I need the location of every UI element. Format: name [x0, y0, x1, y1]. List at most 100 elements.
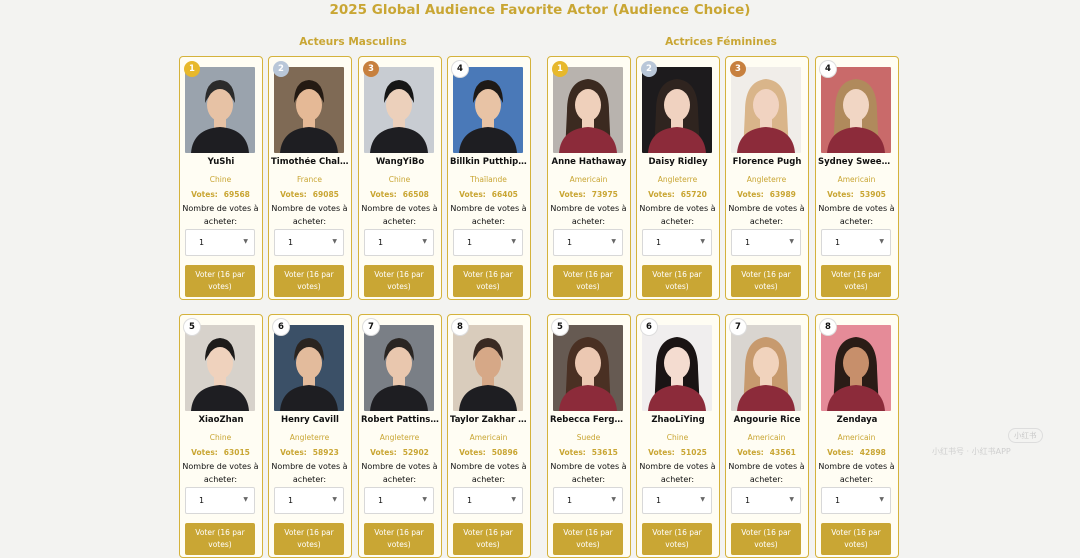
- quantity-select[interactable]: 1 ▼: [821, 229, 891, 256]
- quantity-value: 1: [745, 238, 751, 247]
- vote-count: Votes: 42898: [816, 448, 897, 457]
- actor-country: Angleterre: [657, 175, 698, 184]
- actor-photo: [821, 325, 891, 411]
- vote-button[interactable]: Voter (16 par votes): [364, 523, 434, 555]
- quantity-select[interactable]: 1 ▼: [185, 229, 255, 256]
- actor-country: Angleterre: [379, 433, 420, 442]
- quantity-select[interactable]: 1 ▼: [642, 229, 712, 256]
- rank-badge: 6: [641, 319, 657, 335]
- rank-badge: 5: [552, 319, 568, 335]
- actor-name: YuShi: [207, 157, 235, 167]
- actor-card: 7 Robert Pattinson Angleterre Votes: 5290…: [358, 314, 442, 558]
- vote-button[interactable]: Voter (16 par votes): [185, 523, 255, 555]
- vote-button[interactable]: Voter (16 par votes): [642, 523, 712, 555]
- chevron-down-icon: ▼: [611, 496, 616, 503]
- quantity-select[interactable]: 1 ▼: [553, 229, 623, 256]
- votes-label: Votes:: [370, 448, 397, 457]
- votes-label: Votes:: [459, 448, 486, 457]
- vote-button[interactable]: Voter (16 par votes): [364, 265, 434, 297]
- actor-name: Henry Cavill: [281, 415, 339, 425]
- vote-button[interactable]: Voter (16 par votes): [642, 265, 712, 297]
- actor-photo: [274, 67, 344, 153]
- actor-photo: [642, 325, 712, 411]
- vote-button[interactable]: Voter (16 par votes): [185, 265, 255, 297]
- rank-badge: 6: [273, 319, 289, 335]
- actor-country: Chine: [666, 433, 689, 442]
- vote-button[interactable]: Voter (16 par votes): [731, 523, 801, 555]
- quantity-select[interactable]: 1 ▼: [553, 487, 623, 514]
- actor-name: Billkin Putthipong: [450, 157, 528, 167]
- votes-value: 69085: [312, 190, 339, 199]
- vote-count: Votes: 52902: [359, 448, 440, 457]
- vote-button[interactable]: Voter (16 par votes): [453, 265, 523, 297]
- quantity-value: 1: [199, 238, 205, 247]
- gold-medal-icon: 1: [552, 61, 568, 77]
- rank-badge: 8: [452, 319, 468, 335]
- quantity-select[interactable]: 1 ▼: [453, 487, 523, 514]
- vote-button[interactable]: Voter (16 par votes): [453, 523, 523, 555]
- quantity-select[interactable]: 1 ▼: [364, 487, 434, 514]
- vote-button[interactable]: Voter (16 par votes): [274, 523, 344, 555]
- actor-card: 4 Sydney Sweeney Americain Votes: 53905 N…: [815, 56, 899, 300]
- actor-photo: [274, 325, 344, 411]
- vote-count: Votes: 63015: [180, 448, 261, 457]
- actor-photo: [731, 67, 801, 153]
- vote-count: Votes: 65720: [637, 190, 718, 199]
- votes-label: Votes:: [737, 190, 764, 199]
- actor-card: 8 Zendaya Americain Votes: 42898 Nombre d…: [815, 314, 899, 558]
- quantity-value: 1: [288, 238, 294, 247]
- actor-name: Rebecca Ferguson: [550, 415, 628, 425]
- buy-votes-label: Nombre de votes à acheter:: [182, 462, 259, 484]
- votes-value: 58923: [312, 448, 339, 457]
- actor-photo: [553, 67, 623, 153]
- buy-votes-label: Nombre de votes à acheter:: [361, 204, 438, 226]
- vote-button[interactable]: Voter (16 par votes): [553, 523, 623, 555]
- quantity-select[interactable]: 1 ▼: [274, 229, 344, 256]
- vote-button[interactable]: Voter (16 par votes): [274, 265, 344, 297]
- chevron-down-icon: ▼: [789, 496, 794, 503]
- quantity-select[interactable]: 1 ▼: [364, 229, 434, 256]
- quantity-select[interactable]: 1 ▼: [821, 487, 891, 514]
- actor-card: 5 Rebecca Ferguson Suede Votes: 53615 Nom…: [547, 314, 631, 558]
- votes-value: 52902: [402, 448, 429, 457]
- buy-votes-label: Nombre de votes à acheter:: [182, 204, 259, 226]
- quantity-value: 1: [656, 496, 662, 505]
- actor-card: 8 Taylor Zakhar Perez Americain Votes: 50…: [447, 314, 531, 558]
- actor-name: Timothée Chalamet: [271, 157, 349, 167]
- buy-votes-label: Nombre de votes à acheter:: [818, 204, 895, 226]
- quantity-select[interactable]: 1 ▼: [274, 487, 344, 514]
- vote-button[interactable]: Voter (16 par votes): [821, 265, 891, 297]
- actor-card: 3 Florence Pugh Angleterre Votes: 63989 N…: [725, 56, 809, 300]
- actor-country: Chine: [388, 175, 411, 184]
- votes-label: Votes:: [370, 190, 397, 199]
- actor-photo: [185, 67, 255, 153]
- chevron-down-icon: ▼: [789, 238, 794, 245]
- actor-country: Americain: [837, 433, 876, 442]
- actor-name: Anne Hathaway: [551, 157, 627, 167]
- votes-label: Votes:: [559, 190, 586, 199]
- actor-country: Chine: [209, 433, 232, 442]
- actor-card: 3 WangYiBo Chine Votes: 66508 Nombre de v…: [358, 56, 442, 300]
- actor-name: Robert Pattinson: [361, 415, 439, 425]
- quantity-select[interactable]: 1 ▼: [642, 487, 712, 514]
- votes-label: Votes:: [191, 448, 218, 457]
- quantity-select[interactable]: 1 ▼: [731, 487, 801, 514]
- buy-votes-label: Nombre de votes à acheter:: [450, 204, 527, 226]
- actor-card: 5 XiaoZhan Chine Votes: 63015 Nombre de v…: [179, 314, 263, 558]
- vote-button[interactable]: Voter (16 par votes): [553, 265, 623, 297]
- actor-country: Chine: [209, 175, 232, 184]
- actor-card: 6 ZhaoLiYing Chine Votes: 51025 Nombre de…: [636, 314, 720, 558]
- actor-country: Americain: [469, 433, 508, 442]
- actor-name: Taylor Zakhar Perez: [450, 415, 528, 425]
- votes-label: Votes:: [280, 448, 307, 457]
- votes-value: 65720: [680, 190, 707, 199]
- quantity-select[interactable]: 1 ▼: [731, 229, 801, 256]
- vote-button[interactable]: Voter (16 par votes): [821, 523, 891, 555]
- chevron-down-icon: ▼: [879, 496, 884, 503]
- buy-votes-label: Nombre de votes à acheter:: [728, 462, 805, 484]
- vote-button[interactable]: Voter (16 par votes): [731, 265, 801, 297]
- quantity-select[interactable]: 1 ▼: [453, 229, 523, 256]
- chevron-down-icon: ▼: [511, 238, 516, 245]
- quantity-select[interactable]: 1 ▼: [185, 487, 255, 514]
- vote-count: Votes: 69568: [180, 190, 261, 199]
